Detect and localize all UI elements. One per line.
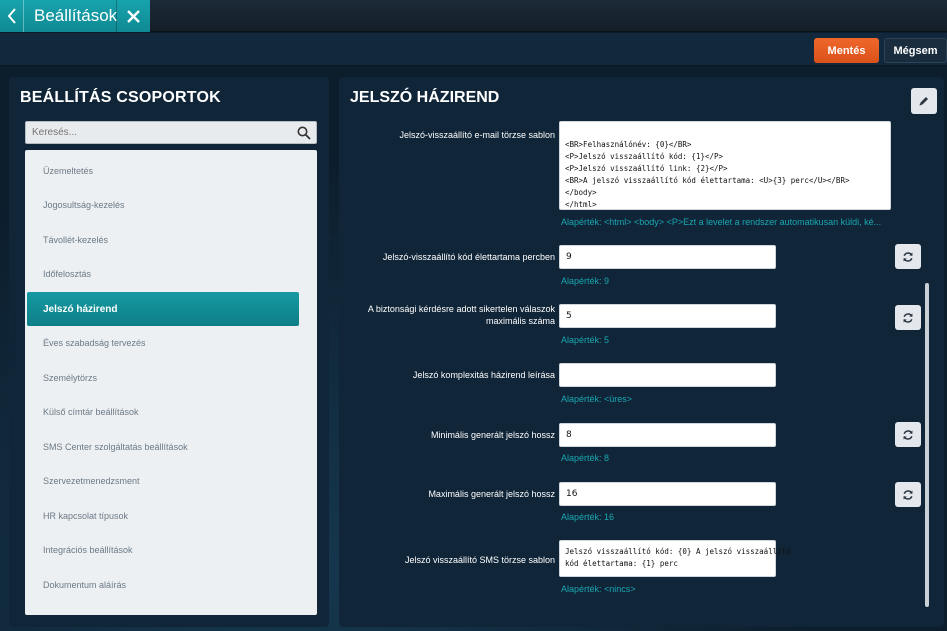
close-icon	[127, 9, 140, 23]
list-item-label: Időfelosztás	[43, 269, 92, 279]
action-bar: Mentés Mégsem	[0, 33, 947, 66]
list-item-label: Külső címtár beállítások	[43, 407, 139, 417]
edit-button[interactable]	[911, 88, 937, 114]
min-length-input[interactable]: 8	[559, 423, 776, 447]
list-item[interactable]: Üzemeltetés	[27, 154, 299, 188]
list-item-label: Jelszó házirend	[43, 303, 118, 315]
min-length-default: Alapérték: 8	[561, 453, 610, 463]
list-item-label: SMS Center szolgáltatás beállítások	[43, 442, 188, 452]
list-item[interactable]: Távollét-kezelés	[27, 223, 299, 257]
refresh-icon	[903, 251, 913, 262]
chevron-left-icon	[7, 8, 16, 24]
complexity-description-label: Jelszó komplexitás házirend leírása	[412, 370, 555, 380]
code-lifetime-input[interactable]: 9	[559, 245, 776, 269]
pencil-icon	[919, 97, 928, 106]
list-item-label: Szervezetmenedzsment	[43, 476, 140, 486]
refresh-icon	[903, 312, 913, 323]
list-item-label: Éves szabadság tervezés	[43, 338, 146, 348]
settings-detail-panel: JELSZÓ HÁZIREND Jelszó-visszaállító e-ma…	[339, 77, 944, 627]
min-length-label: Minimális generált jelszó hossz	[430, 430, 555, 440]
refresh-icon	[903, 429, 913, 440]
search-icon[interactable]	[295, 124, 313, 141]
max-length-input[interactable]: 16	[559, 482, 776, 506]
sms-template-default: Alapérték: <nincs>	[561, 584, 636, 594]
list-item-label: Dokumentum aláírás	[43, 580, 127, 590]
search-box	[25, 121, 317, 144]
sms-template-textarea[interactable]: Jelszó visszaállító kód: {0} A jelszó vi…	[559, 540, 791, 577]
list-item[interactable]: Személytörzs	[27, 361, 299, 395]
cancel-button[interactable]: Mégsem	[884, 38, 947, 63]
code-lifetime-default: Alapérték: 9	[561, 276, 610, 286]
list-item[interactable]: HR kapcsolat típusok	[27, 499, 299, 533]
max-length-label: Maximális generált jelszó hossz	[428, 489, 555, 499]
panel-scrollbar[interactable]	[925, 283, 929, 607]
list-item-active[interactable]: Jelszó házirend	[27, 292, 299, 326]
sms-template-label: Jelszó visszaállító SMS törzse sablon	[404, 555, 555, 565]
groups-list: Üzemeltetés Jogosultság-kezelés Távollét…	[25, 150, 317, 615]
list-item[interactable]: Külső címtár beállítások	[27, 395, 299, 429]
settings-groups-panel: BEÁLLÍTÁS CSOPORTOK Üzemeltetés Jogosult…	[9, 77, 329, 627]
list-item[interactable]: Szervezetmenedzsment	[27, 464, 299, 498]
list-item-label: Távollét-kezelés	[43, 235, 109, 245]
complexity-description-default: Alapérték: <üres>	[561, 394, 633, 404]
search-input[interactable]	[32, 125, 282, 140]
groups-panel-title: BEÁLLÍTÁS CSOPORTOK	[20, 89, 221, 106]
max-length-reset-button[interactable]	[895, 482, 921, 507]
save-button[interactable]: Mentés	[814, 38, 879, 63]
list-item[interactable]: SMS Center szolgáltatás beállítások	[27, 430, 299, 464]
max-failed-answers-input[interactable]: 5	[559, 304, 776, 328]
list-item-label: Integrációs beállítások	[43, 545, 133, 555]
email-template-label: Jelszó-visszaállító e-mail törzse sablon	[399, 130, 555, 140]
complexity-description-input[interactable]	[559, 363, 776, 387]
max-failed-answers-default: Alapérték: 5	[561, 335, 610, 345]
list-item-label: HR kapcsolat típusok	[43, 511, 129, 521]
list-item[interactable]: Integrációs beállítások	[27, 533, 299, 567]
code-lifetime-label: Jelszó-visszaállító kód élettartama perc…	[382, 252, 555, 262]
code-lifetime-reset-button[interactable]	[895, 244, 921, 269]
refresh-icon	[903, 489, 913, 500]
back-button[interactable]	[0, 0, 24, 32]
list-item-label: Jogosultság-kezelés	[43, 200, 125, 210]
list-item[interactable]: Éves szabadság tervezés	[27, 326, 299, 360]
close-button[interactable]	[116, 0, 150, 32]
app-title: Beállítások	[34, 6, 118, 25]
max-length-default: Alapérték: 16	[561, 512, 615, 522]
app-tab: Beállítások	[0, 0, 150, 32]
list-item-label: Személytörzs	[43, 373, 98, 383]
title-bar: Beállítások	[0, 0, 947, 32]
email-template-default: Alapérték: <html> <body> <P>Ezt a levele…	[561, 217, 882, 227]
min-length-reset-button[interactable]	[895, 422, 921, 447]
list-item[interactable]: Jogosultság-kezelés	[27, 188, 299, 222]
email-template-textarea[interactable]: <BR>Felhasználónév: {0}</BR> <P>Jelszó v…	[559, 121, 891, 210]
email-template-text: <BR>Felhasználónév: {0}</BR> <P>Jelszó v…	[565, 140, 850, 209]
max-failed-answers-reset-button[interactable]	[895, 305, 921, 330]
max-failed-answers-label: A biztonsági kérdésre adott sikertelen v…	[367, 304, 555, 326]
list-item[interactable]: Időfelosztás	[27, 257, 299, 291]
page-title: JELSZÓ HÁZIREND	[350, 89, 500, 106]
list-item[interactable]: Dokumentum aláírás	[27, 568, 299, 602]
list-item-label: Üzemeltetés	[43, 166, 94, 176]
